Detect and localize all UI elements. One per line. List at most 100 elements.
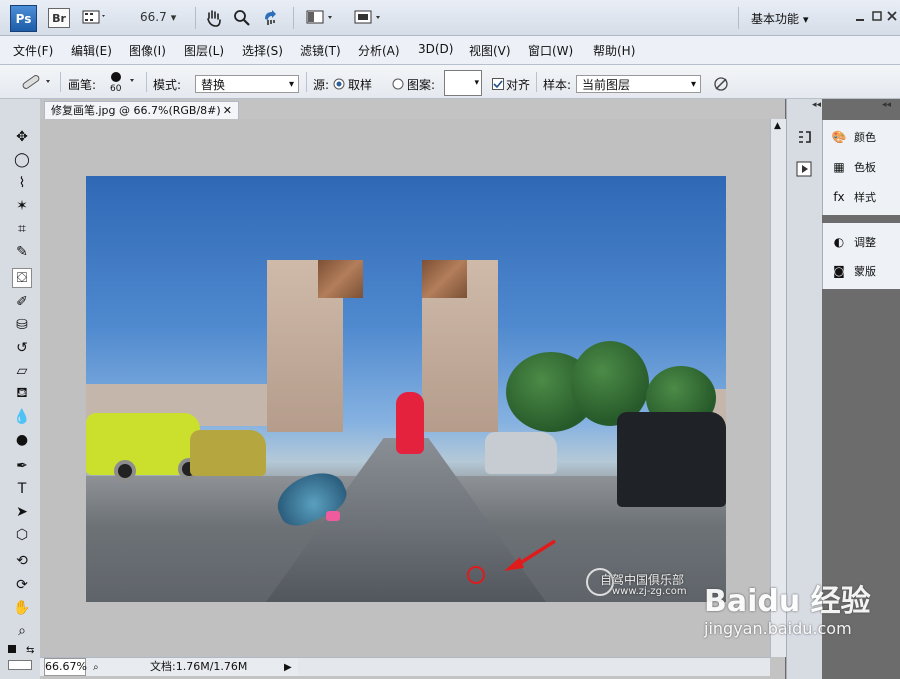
workspace-switcher[interactable]: 基本功能 [751, 10, 825, 26]
foreground-background-swatch[interactable]: ⇆ [8, 645, 34, 670]
maximize-button[interactable] [871, 10, 883, 22]
close-icon [887, 11, 897, 21]
baidu-url: jingyan.baidu.com [704, 619, 852, 638]
brush-tool[interactable]: ✐ [12, 292, 32, 312]
eyedropper-tool[interactable]: ✎ [12, 242, 32, 262]
foreground-color-swatch[interactable] [8, 645, 16, 653]
healing-brush-tool[interactable]: ⛋ [12, 268, 32, 288]
sample-radio-label: 取样 [348, 78, 373, 92]
styles-panel-tab[interactable]: fx 样式 [830, 189, 876, 205]
background-color-swatch[interactable] [8, 660, 32, 670]
pattern-picker[interactable]: ▾ [444, 70, 482, 96]
clone-stamp-tool[interactable]: ⛁ [12, 315, 32, 335]
mode-label: 模式: [153, 78, 182, 92]
zoom-preset-icon[interactable]: ⌕ [93, 659, 99, 677]
align-checkbox[interactable] [492, 78, 504, 90]
menu-edit[interactable]: 编辑(E) [71, 42, 112, 59]
ignore-adjustments-button[interactable] [712, 75, 730, 93]
paint-bucket-tool[interactable]: ⛾ [12, 384, 32, 404]
healing-tool-preset[interactable] [20, 72, 54, 92]
hand-tool-button[interactable] [204, 8, 224, 28]
screen-mode-button[interactable] [82, 9, 106, 25]
history-panel-button[interactable] [795, 128, 813, 146]
screen-mode-dropdown[interactable] [354, 9, 382, 27]
swatches-panel-label: 色板 [854, 161, 876, 174]
history-brush-icon: ↺ [16, 340, 28, 356]
document-image[interactable]: 自驾中国俱乐部 www.zj-zg.com [86, 176, 726, 602]
menu-3d[interactable]: 3D(D) [418, 42, 453, 56]
adjustments-icon: ◐ [833, 235, 845, 249]
zoom-tool[interactable]: ⌕ [12, 621, 32, 641]
swatches-panel-tab[interactable]: ▦ 色板 [830, 159, 876, 175]
lasso-tool[interactable]: ⌇ [12, 173, 32, 193]
scroll-up-icon[interactable]: ▲ [774, 121, 781, 131]
screen-mode-icon [354, 10, 380, 24]
masks-panel-tab[interactable]: ◙ 蒙版 [830, 263, 876, 279]
zoom-display[interactable]: 66.7 [140, 10, 185, 26]
document-tab[interactable]: 修复画笔.jpg @ 66.7%(RGB/8#) ✕ [44, 101, 239, 119]
color-panel-tab[interactable]: 🎨 颜色 [830, 129, 876, 145]
radio-unselected-icon [392, 78, 404, 90]
3d-orbit-icon: ⟳ [16, 577, 28, 593]
menu-view[interactable]: 视图(V) [469, 42, 511, 59]
annotation-circle [467, 566, 485, 584]
bridge-button[interactable]: Br [48, 8, 70, 28]
menu-window[interactable]: 窗口(W) [528, 42, 573, 59]
sample-select[interactable]: 当前图层 [576, 75, 701, 94]
dodge-tool[interactable]: ● [12, 430, 32, 450]
3d-rotate-tool[interactable]: ⟲ [12, 551, 32, 571]
zoom-tool-button[interactable] [232, 8, 252, 28]
dock-collapse-right-icon[interactable]: ◂◂ [882, 100, 891, 110]
rotate-view-button[interactable] [260, 8, 280, 28]
adjustments-panel-tab[interactable]: ◐ 调整 [830, 234, 876, 250]
status-menu-arrow-icon[interactable]: ▶ [284, 659, 292, 677]
close-button[interactable] [886, 10, 898, 22]
healing-brush-icon [22, 75, 50, 89]
quick-selection-tool[interactable]: ✶ [12, 196, 32, 216]
hand-tool[interactable]: ✋ [12, 598, 32, 618]
crop-tool[interactable]: ⌗ [12, 219, 32, 239]
zoom-status[interactable]: 66.67% [44, 658, 87, 676]
mode-select[interactable]: 替换 [195, 75, 299, 94]
menu-analysis[interactable]: 分析(A) [358, 42, 400, 59]
swap-colors-icon[interactable]: ⇆ [26, 645, 34, 656]
3d-orbit-tool[interactable]: ⟳ [12, 575, 32, 595]
minimize-icon [856, 19, 864, 21]
sample-label: 样本: [543, 78, 572, 92]
toolbar-separator [195, 7, 196, 29]
dock-collapse-left-icon[interactable]: ◂◂ [812, 100, 821, 110]
menu-help[interactable]: 帮助(H) [593, 42, 635, 59]
vertical-scrollbar[interactable]: ▲ [770, 119, 786, 657]
path-selection-tool[interactable]: ➤ [12, 502, 32, 522]
horizontal-scrollbar[interactable] [298, 657, 770, 676]
actions-panel-icon [796, 161, 812, 177]
document-info: 文档:1.76M/1.76M [150, 660, 248, 673]
menu-filter[interactable]: 滤镜(T) [300, 42, 341, 59]
menu-file[interactable]: 文件(F) [13, 42, 53, 59]
arrange-documents-button[interactable] [306, 9, 334, 27]
crop-icon: ⌗ [18, 221, 26, 237]
dodge-icon: ● [15, 432, 29, 448]
menu-select[interactable]: 选择(S) [242, 42, 283, 59]
pattern-radio[interactable] [392, 78, 404, 90]
sample-radio[interactable] [333, 78, 345, 90]
brush-picker[interactable]: 60 [106, 69, 140, 97]
marquee-tool[interactable]: ◯ [12, 150, 32, 170]
eraser-tool[interactable]: ▱ [12, 361, 32, 381]
maximize-icon [872, 11, 882, 21]
document-close-icon[interactable]: ✕ [223, 102, 232, 120]
color-panel-label: 颜色 [854, 131, 876, 144]
shape-tool[interactable]: ⬡ [12, 525, 32, 545]
menu-image[interactable]: 图像(I) [129, 42, 166, 59]
type-tool[interactable]: T [12, 479, 32, 499]
move-tool[interactable]: ✥ [12, 127, 32, 147]
menu-layer[interactable]: 图层(L) [184, 42, 224, 59]
blur-tool[interactable]: 💧 [12, 407, 32, 427]
pen-tool[interactable]: ✒ [12, 456, 32, 476]
healing-brush-icon: ⛋ [16, 270, 28, 286]
history-brush-tool[interactable]: ↺ [12, 338, 32, 358]
swatches-grid-icon: ▦ [833, 160, 845, 174]
color-palette-icon: 🎨 [831, 130, 847, 144]
minimize-button[interactable] [854, 11, 866, 23]
actions-panel-button[interactable] [795, 160, 813, 178]
